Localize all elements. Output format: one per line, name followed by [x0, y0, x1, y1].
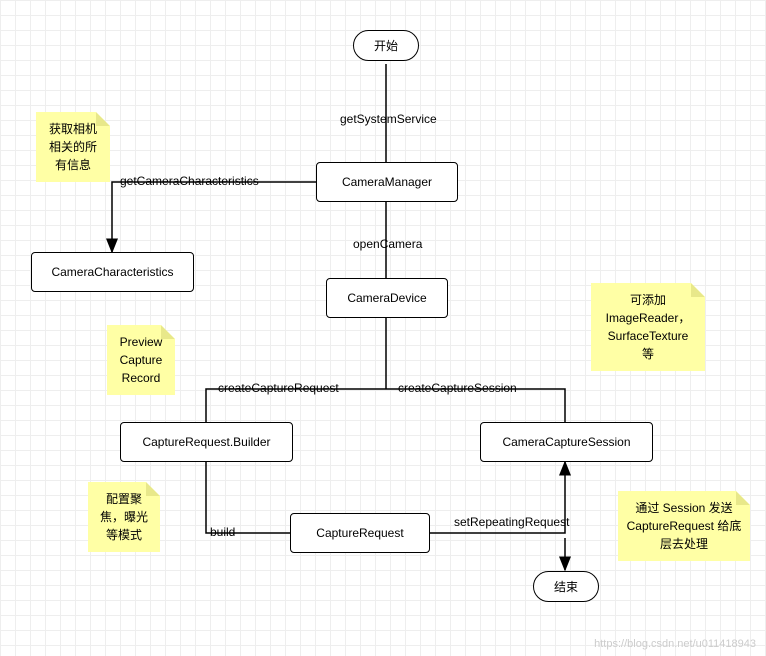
node-manager-label: CameraManager	[342, 175, 432, 189]
edge-getSystemService: getSystemService	[340, 112, 437, 126]
note-surface-text: 可添加 ImageReader， SurfaceTexture 等	[606, 293, 691, 361]
node-capture-request-builder: CaptureRequest.Builder	[120, 422, 293, 462]
node-camera-manager: CameraManager	[316, 162, 458, 202]
watermark: https://blog.csdn.net/u011418943	[594, 638, 756, 650]
node-end-label: 结束	[554, 578, 578, 595]
note-pcr-text: Preview Capture Record	[120, 335, 163, 385]
node-camera-capture-session: CameraCaptureSession	[480, 422, 653, 462]
node-builder-label: CaptureRequest.Builder	[142, 435, 270, 449]
note-preview-capture-record: Preview Capture Record	[107, 325, 175, 395]
note-focus-text: 配置聚焦，曝光等模式	[100, 492, 148, 542]
edge-setRepeatingRequest: setRepeatingRequest	[454, 515, 569, 529]
edge-createCaptureRequest: createCaptureRequest	[218, 381, 339, 395]
node-characteristics-label: CameraCharacteristics	[51, 265, 173, 279]
edge-createCaptureSession: createCaptureSession	[398, 381, 517, 395]
node-start-label: 开始	[374, 37, 398, 54]
edge-openCamera: openCamera	[353, 237, 422, 251]
edge-getCameraCharacteristics: getCameraCharacteristics	[120, 174, 259, 188]
node-camera-device: CameraDevice	[326, 278, 448, 318]
note-camera-info: 获取相机相关的所有信息	[36, 112, 110, 182]
node-end: 结束	[533, 571, 599, 602]
note-session-text: 通过 Session 发送 CaptureRequest 给底层去处理	[627, 501, 742, 551]
note-surface: 可添加 ImageReader， SurfaceTexture 等	[591, 283, 705, 371]
node-session-label: CameraCaptureSession	[502, 435, 630, 449]
diagram-canvas: 开始 CameraManager CameraCharacteristics C…	[0, 0, 766, 656]
node-camera-characteristics: CameraCharacteristics	[31, 252, 194, 292]
node-device-label: CameraDevice	[347, 291, 426, 305]
node-start: 开始	[353, 30, 419, 61]
node-request-label: CaptureRequest	[316, 526, 403, 540]
note-camera-info-text: 获取相机相关的所有信息	[49, 122, 97, 172]
node-capture-request: CaptureRequest	[290, 513, 430, 553]
note-focus: 配置聚焦，曝光等模式	[88, 482, 160, 552]
note-session: 通过 Session 发送 CaptureRequest 给底层去处理	[618, 491, 750, 561]
edge-build: build	[210, 525, 235, 539]
